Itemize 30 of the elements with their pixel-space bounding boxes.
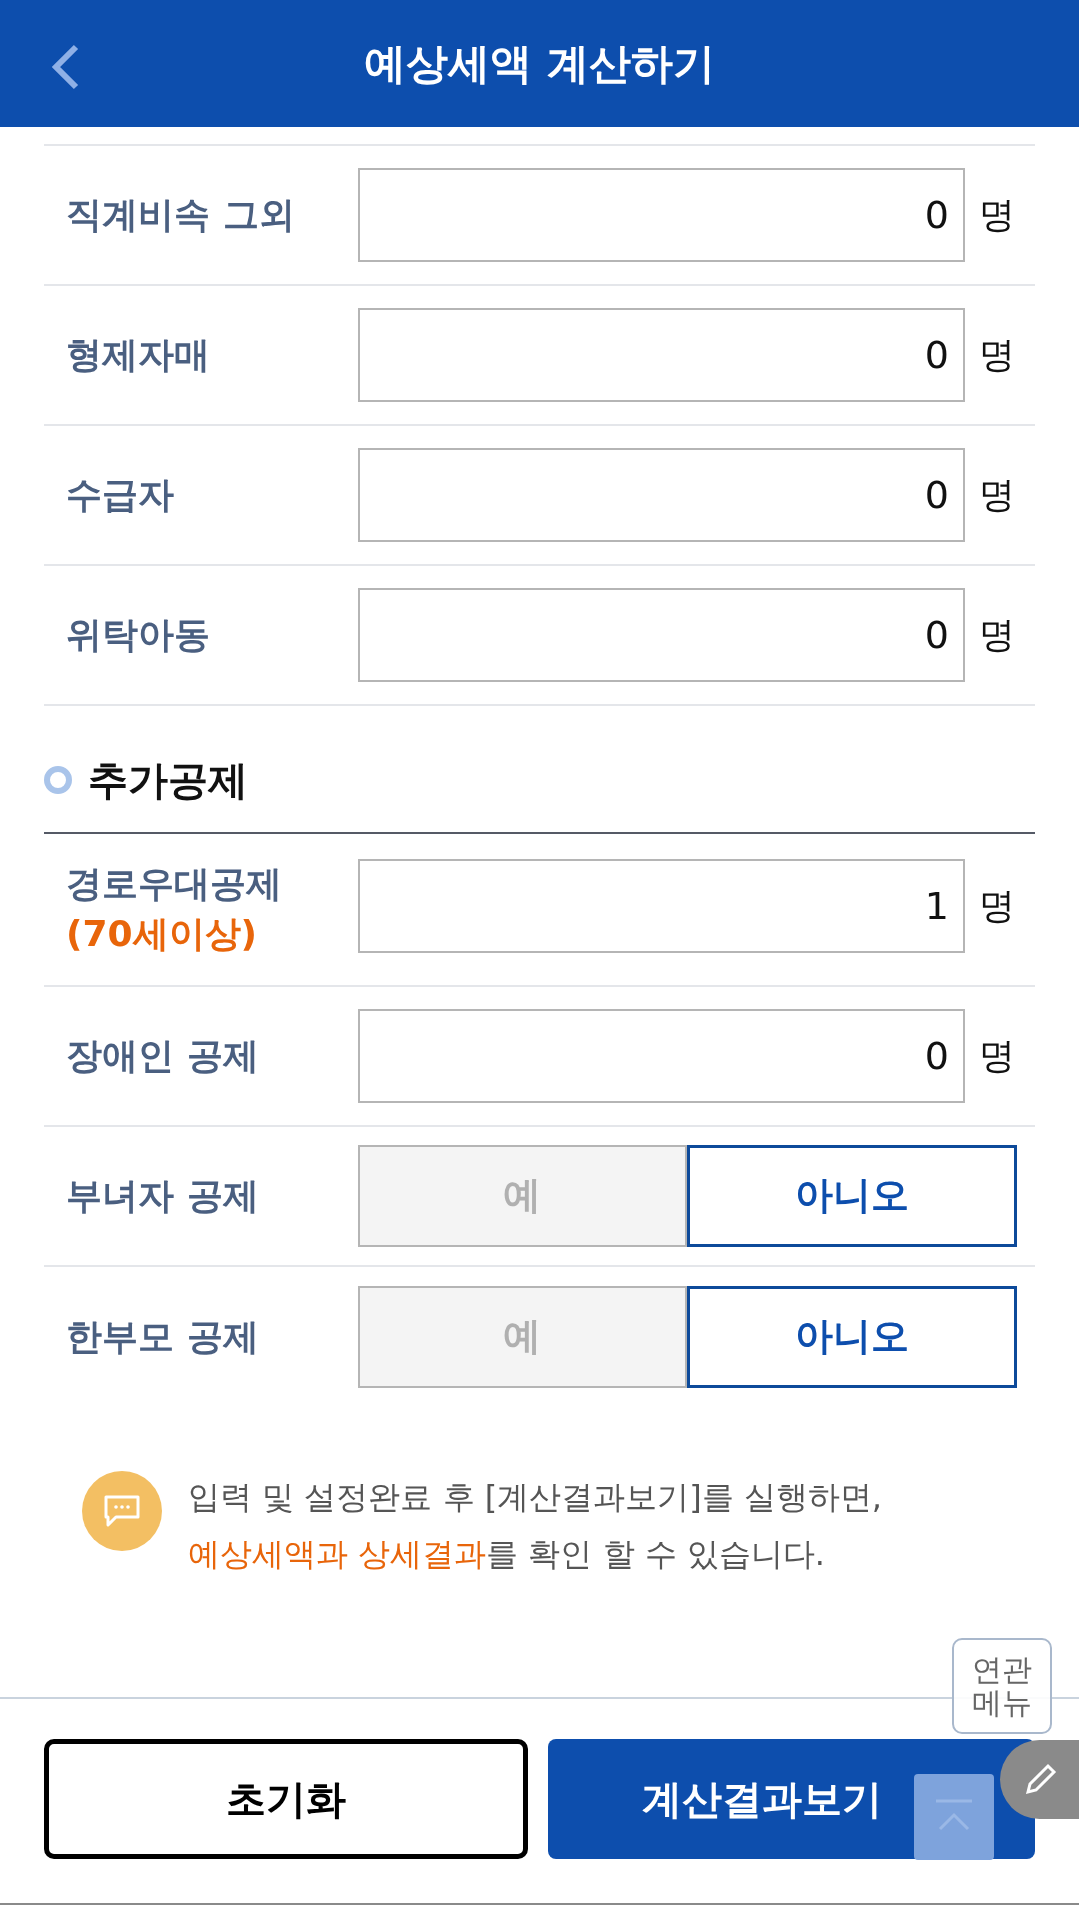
field-label: 형제자매	[66, 332, 211, 377]
unit-label: 명	[979, 1033, 1015, 1078]
number-field[interactable]: 0	[358, 168, 965, 262]
number-field[interactable]: 0	[358, 448, 965, 542]
field-note: (70세이상)	[66, 912, 258, 957]
number-field[interactable]: 1	[358, 859, 965, 953]
unit-label: 명	[979, 884, 1015, 928]
section-bullet-icon	[44, 766, 72, 794]
page-title: 예상세액 계산하기	[364, 38, 715, 90]
toggle-option[interactable]: 아니오	[686, 1144, 1017, 1247]
back-icon[interactable]	[50, 44, 80, 90]
section-title: 추가공제	[88, 756, 248, 805]
field-label: 한부모 공제	[66, 1314, 260, 1359]
field-label: 수급자	[66, 472, 175, 517]
field-label: 위탁아동	[66, 612, 211, 657]
unit-label: 명	[979, 613, 1015, 657]
field-label: 부녀자 공제	[66, 1173, 260, 1218]
field-label: 장애인 공제	[66, 1033, 260, 1078]
number-field[interactable]: 0	[358, 308, 965, 402]
number-field[interactable]: 0	[358, 588, 965, 682]
related-menu-button[interactable]: 연관메뉴	[952, 1638, 1052, 1734]
notice-text: 입력 및 설정완료 후 [계산결과보기]를 실행하면, 예상세액과 상세결과를 확인 할 수 있습니다.	[188, 1476, 883, 1576]
unit-label: 명	[979, 193, 1015, 237]
unit-label: 명	[979, 333, 1015, 377]
unit-label: 명	[979, 473, 1015, 517]
field-label: 직계비속 그외	[66, 192, 296, 237]
number-field[interactable]: 0	[358, 1008, 965, 1103]
field-label: 경로우대공제	[66, 862, 283, 906]
toggle-option[interactable]: 아니오	[686, 1285, 1017, 1388]
reset-button[interactable]: 초기화	[44, 1739, 529, 1859]
